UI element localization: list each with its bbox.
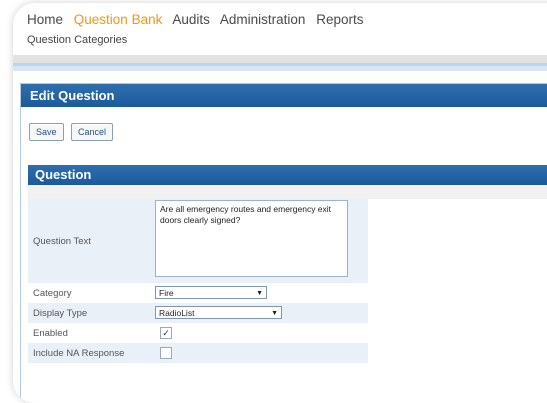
- check-icon: ✓: [162, 328, 170, 338]
- display-type-label: Display Type: [33, 308, 88, 319]
- category-row: Category Fire ▼: [28, 283, 368, 303]
- question-text-label: Question Text: [33, 236, 91, 247]
- category-label: Category: [33, 288, 72, 299]
- top-navigation: Home Question Bank Audits Administration…: [27, 12, 371, 27]
- nav-item-reports[interactable]: Reports: [316, 12, 363, 27]
- header-divider-light: [13, 66, 547, 71]
- nav-item-audits[interactable]: Audits: [172, 12, 210, 27]
- nav-item-question-bank[interactable]: Question Bank: [74, 12, 163, 27]
- display-type-select[interactable]: RadioList ▼: [155, 306, 282, 319]
- category-select[interactable]: Fire ▼: [155, 286, 267, 299]
- include-na-checkbox[interactable]: [160, 347, 172, 359]
- include-na-label: Include NA Response: [33, 348, 125, 359]
- panel-title: Edit Question: [21, 84, 547, 107]
- chevron-down-icon: ▼: [256, 290, 263, 297]
- section-title: Question: [28, 165, 547, 185]
- display-type-value: RadioList: [159, 308, 195, 318]
- app-window: Home Question Bank Audits Administration…: [13, 3, 547, 403]
- cancel-button[interactable]: Cancel: [71, 123, 114, 141]
- question-form: Question Text Are all emergency routes a…: [28, 199, 368, 363]
- enabled-checkbox[interactable]: ✓: [160, 327, 172, 339]
- edit-question-panel: Edit Question Save Cancel Question Quest…: [20, 83, 547, 403]
- include-na-row: Include NA Response: [28, 343, 368, 363]
- display-type-row: Display Type RadioList ▼: [28, 303, 368, 323]
- enabled-label: Enabled: [33, 328, 68, 339]
- enabled-row: Enabled ✓: [28, 323, 368, 343]
- header-divider: [13, 55, 547, 63]
- nav-item-administration[interactable]: Administration: [220, 12, 306, 27]
- chevron-down-icon: ▼: [271, 310, 278, 317]
- category-value: Fire: [159, 288, 174, 298]
- section-spacer: [28, 185, 547, 199]
- question-text-field[interactable]: Are all emergency routes and emergency e…: [155, 200, 348, 277]
- question-text-row: Question Text Are all emergency routes a…: [28, 199, 368, 283]
- save-button[interactable]: Save: [29, 123, 64, 141]
- nav-item-home[interactable]: Home: [27, 12, 63, 27]
- sub-nav-question-categories[interactable]: Question Categories: [27, 34, 127, 46]
